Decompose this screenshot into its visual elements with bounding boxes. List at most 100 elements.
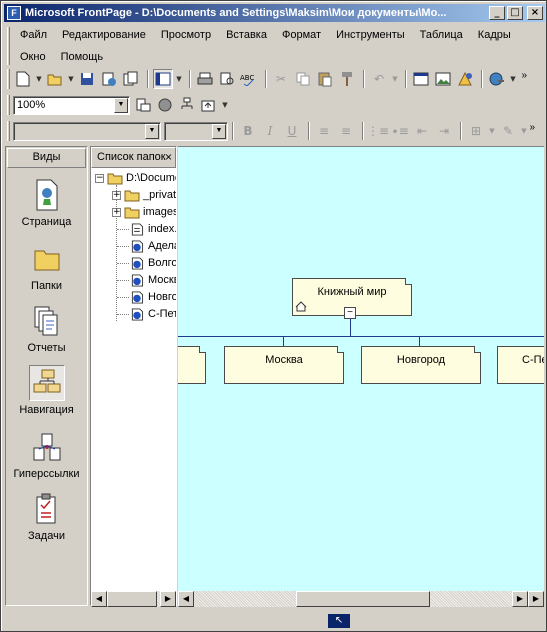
navigation-canvas[interactable]: Книжный мир − Москва Новгород С-Петербур… (178, 146, 544, 591)
tree-item-images[interactable]: + images (112, 204, 176, 220)
view-navigation[interactable]: Навигация (6, 365, 87, 416)
new-dropdown-icon[interactable]: ▼ (35, 69, 43, 89)
hyperlink-icon[interactable] (487, 69, 507, 89)
zoom-combo[interactable]: 100% ▼ (13, 95, 130, 115)
scroll-right-icon[interactable]: ▶ (512, 591, 528, 607)
tree-item-moscow[interactable]: Москва.htm (129, 272, 176, 288)
undo-icon[interactable]: ↶ (369, 69, 389, 89)
drawing-icon[interactable] (455, 69, 475, 89)
increase-indent-icon[interactable]: ⇥ (434, 121, 454, 141)
scroll-left-icon[interactable]: ◀ (91, 591, 107, 607)
views-bar-toggle-icon[interactable] (153, 69, 173, 89)
tree-item-novgorod[interactable]: Новгород.htm (129, 289, 176, 305)
borders-dropdown-icon[interactable]: ▼ (488, 121, 496, 141)
copy-icon[interactable] (293, 69, 313, 89)
views-dropdown-icon[interactable]: ▼ (175, 69, 183, 89)
menu-window[interactable]: Окно (13, 48, 54, 66)
menu-table[interactable]: Таблица (413, 26, 471, 44)
save-icon[interactable] (77, 69, 97, 89)
scroll-thumb[interactable] (296, 591, 430, 607)
highlight-icon[interactable]: ✎ (498, 121, 518, 141)
nav-node-child-partial[interactable] (178, 346, 206, 384)
tree-item-private[interactable]: + _private (112, 187, 176, 203)
nav-node-spb[interactable]: С-Петербург (497, 346, 544, 384)
tree-root[interactable]: − D:\Documents and Settings (95, 170, 176, 186)
insert-picture-icon[interactable] (433, 69, 453, 89)
print-icon[interactable] (195, 69, 215, 89)
collapse-subtree-icon[interactable]: − (344, 307, 356, 319)
new-top-page-icon[interactable] (177, 95, 197, 115)
bold-icon[interactable]: B (238, 121, 258, 141)
up-level-icon[interactable] (199, 95, 219, 115)
style-dropdown-icon[interactable]: ▼ (145, 123, 159, 139)
toolbar-options-icon[interactable]: » (521, 70, 527, 81)
align-left-icon[interactable]: ≡ (314, 121, 334, 141)
tree-item-adelaide[interactable]: Аделаида.htm (129, 238, 176, 254)
canvas-hscrollbar[interactable]: ◀ ▶ ▶ (178, 591, 544, 607)
numbering-icon[interactable]: ⋮≡ (367, 121, 389, 141)
expand-icon[interactable]: + (112, 207, 121, 217)
scroll-right-end-icon[interactable]: ▶ (528, 591, 544, 607)
publish-icon[interactable] (99, 69, 119, 89)
borders-icon[interactable]: ⊞ (466, 121, 486, 141)
connection-status-icon[interactable]: ↖ (328, 614, 350, 628)
menu-view[interactable]: Просмотр (154, 26, 219, 44)
menu-file[interactable]: Файл (13, 26, 55, 44)
view-page[interactable]: Страница (6, 177, 87, 228)
folder-list-toggle-icon[interactable] (121, 69, 141, 89)
bullets-icon[interactable]: ∙≡ (390, 121, 410, 141)
insert-component-icon[interactable] (411, 69, 431, 89)
menu-tools[interactable]: Инструменты (329, 26, 413, 44)
portrait-landscape-icon[interactable] (133, 95, 153, 115)
tree-item-index[interactable]: index.htm (129, 221, 176, 237)
nav-node-moscow[interactable]: Москва (224, 346, 344, 384)
undo-dropdown-icon[interactable]: ▼ (391, 69, 399, 89)
expand-icon[interactable]: + (112, 190, 121, 200)
scroll-thumb[interactable] (107, 591, 157, 607)
font-combo[interactable]: ▼ (164, 121, 228, 141)
add-existing-page-icon[interactable] (155, 95, 175, 115)
style-combo[interactable]: ▼ (13, 121, 161, 141)
decrease-indent-icon[interactable]: ⇤ (412, 121, 432, 141)
formatting-options-icon[interactable]: » (529, 122, 535, 133)
title-bar[interactable]: F Microsoft FrontPage - D:\Documents and… (4, 4, 545, 22)
tree-item-spb[interactable]: С-Петербург.htm (129, 306, 176, 322)
tree-item-volgograd[interactable]: Волгоград.htm (129, 255, 176, 271)
zoom-dropdown-icon[interactable]: ▼ (114, 97, 128, 113)
menu-edit[interactable]: Редактирование (55, 26, 154, 44)
menu-help[interactable]: Помощь (54, 48, 112, 66)
view-tasks[interactable]: Задачи (6, 491, 87, 542)
paste-icon[interactable] (315, 69, 335, 89)
open-dropdown-icon[interactable]: ▼ (67, 69, 75, 89)
views-bar-header[interactable]: Виды (7, 148, 86, 168)
view-folders[interactable]: Папки (6, 241, 87, 292)
menu-frames[interactable]: Кадры (471, 26, 519, 44)
preview-icon[interactable] (217, 69, 237, 89)
format-painter-icon[interactable] (337, 69, 357, 89)
nav-node-novgorod[interactable]: Новгород (361, 346, 481, 384)
folder-list-close-icon[interactable]: × (165, 148, 172, 166)
view-reports[interactable]: Отчеты (6, 303, 87, 354)
menu-format[interactable]: Формат (275, 26, 329, 44)
minimize-button[interactable]: _ (489, 6, 505, 20)
menu-insert[interactable]: Вставка (219, 26, 275, 44)
italic-icon[interactable]: I (260, 121, 280, 141)
scroll-left-icon[interactable]: ◀ (178, 591, 194, 607)
highlight-dropdown-icon[interactable]: ▼ (520, 121, 528, 141)
folder-list-hscrollbar[interactable]: ◀ ▶ (91, 591, 176, 607)
maximize-button[interactable]: □ (507, 6, 523, 20)
align-center-icon[interactable]: ≡ (336, 121, 356, 141)
underline-icon[interactable]: U (282, 121, 302, 141)
new-page-icon[interactable] (13, 69, 33, 89)
font-dropdown-icon[interactable]: ▼ (212, 123, 226, 139)
frontpage-app-icon[interactable]: F (7, 6, 21, 20)
menubar-grip[interactable] (7, 27, 10, 65)
collapse-icon[interactable]: − (95, 173, 104, 183)
view-hyperlinks[interactable]: Гиперссылки (6, 429, 87, 480)
spelling-icon[interactable]: ABC (239, 69, 259, 89)
scroll-right-icon[interactable]: ▶ (160, 591, 176, 607)
hyperlink-dropdown-icon[interactable]: ▼ (509, 69, 517, 89)
cut-icon[interactable]: ✂ (271, 69, 291, 89)
external-links-dropdown-icon[interactable]: ▼ (221, 95, 229, 115)
open-folder-icon[interactable] (45, 69, 65, 89)
